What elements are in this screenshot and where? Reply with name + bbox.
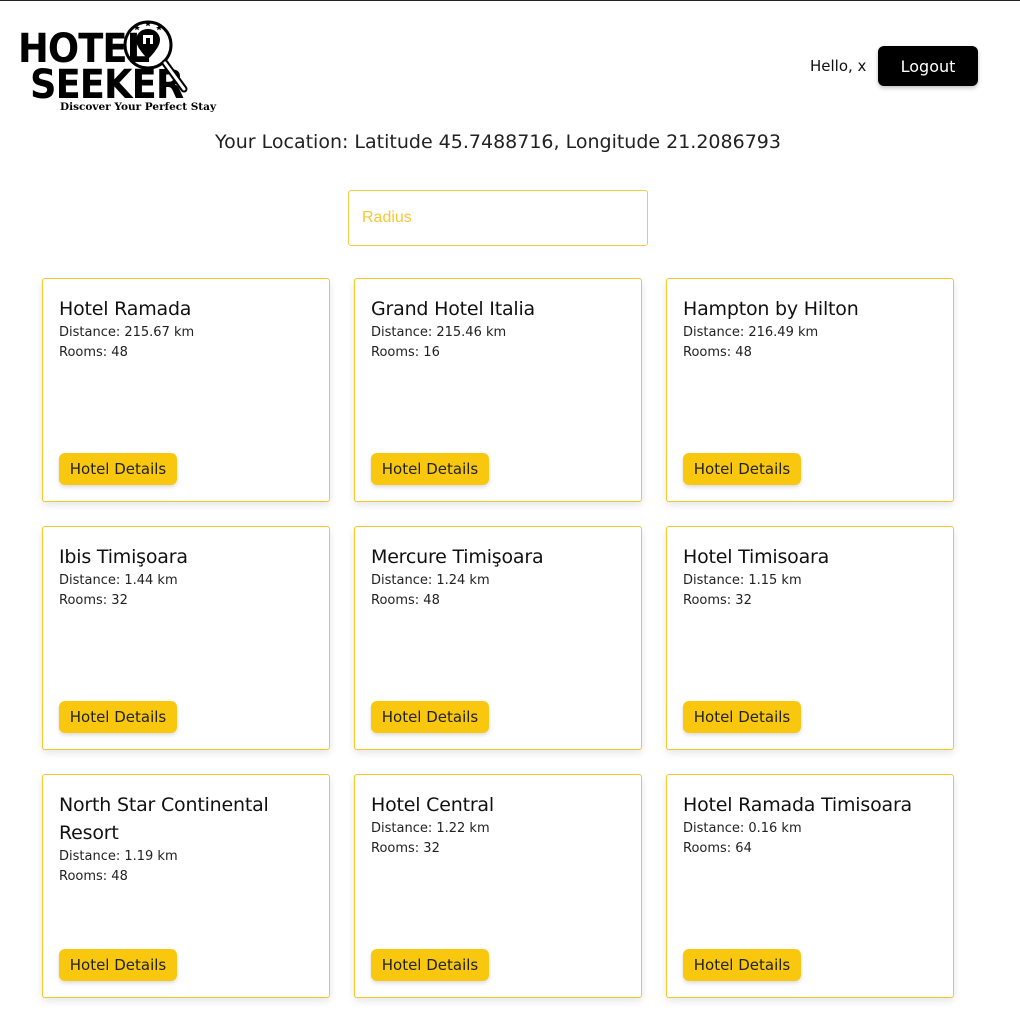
- hotel-list: Hotel Ramada Distance: 215.67 km Rooms: …: [42, 278, 954, 998]
- hotel-seeker-logo: HOTEL SEEKER Discover Your Perfect Stay: [16, 17, 216, 117]
- hotel-details-button[interactable]: Hotel Details: [59, 949, 177, 981]
- user-greeting: Hello, x: [810, 57, 867, 75]
- hotel-card: Ibis Timişoara Distance: 1.44 km Rooms: …: [42, 526, 330, 750]
- hotel-name: Hotel Ramada Timisoara: [683, 794, 912, 816]
- hotel-rooms: Rooms: 48: [683, 345, 752, 360]
- hotel-details-button[interactable]: Hotel Details: [371, 453, 489, 485]
- hotel-card: Hotel Central Distance: 1.22 km Rooms: 3…: [354, 774, 642, 998]
- hotel-name: Hampton by Hilton: [683, 298, 859, 320]
- hotel-name: Ibis Timişoara: [59, 546, 188, 568]
- hotel-name: Grand Hotel Italia: [371, 298, 535, 320]
- hotel-card: Hotel Ramada Distance: 215.67 km Rooms: …: [42, 278, 330, 502]
- hotel-rooms: Rooms: 48: [371, 593, 440, 608]
- user-location-text: Your Location: Latitude 45.7488716, Long…: [215, 131, 781, 153]
- hotel-rooms: Rooms: 16: [371, 345, 440, 360]
- hotel-name: Hotel Central: [371, 794, 494, 816]
- hotel-details-button[interactable]: Hotel Details: [371, 949, 489, 981]
- hotel-card: Grand Hotel Italia Distance: 215.46 km R…: [354, 278, 642, 502]
- hotel-rooms: Rooms: 48: [59, 869, 128, 884]
- hotel-details-button[interactable]: Hotel Details: [683, 949, 801, 981]
- hotel-distance: Distance: 1.22 km: [371, 821, 490, 836]
- hotel-card: Hotel Timisoara Distance: 1.15 km Rooms:…: [666, 526, 954, 750]
- hotel-card: Mercure Timişoara Distance: 1.24 km Room…: [354, 526, 642, 750]
- magnifier-location-icon: [123, 20, 188, 93]
- hotel-rooms: Rooms: 32: [683, 593, 752, 608]
- hotel-details-button[interactable]: Hotel Details: [59, 701, 177, 733]
- hotel-rooms: Rooms: 32: [59, 593, 128, 608]
- hotel-details-button[interactable]: Hotel Details: [683, 701, 801, 733]
- hotel-name: Hotel Timisoara: [683, 546, 830, 568]
- hotel-distance: Distance: 1.44 km: [59, 573, 178, 588]
- hotel-card: Hotel Ramada Timisoara Distance: 0.16 km…: [666, 774, 954, 998]
- hotel-distance: Distance: 0.16 km: [683, 821, 802, 836]
- hotel-details-button[interactable]: Hotel Details: [371, 701, 489, 733]
- hotel-rooms: Rooms: 64: [683, 841, 752, 856]
- hotel-distance: Distance: 1.24 km: [371, 573, 490, 588]
- hotel-distance: Distance: 1.15 km: [683, 573, 802, 588]
- hotel-name: Hotel Ramada: [59, 298, 192, 320]
- hotel-distance: Distance: 216.49 km: [683, 325, 819, 340]
- radius-input[interactable]: [348, 190, 648, 246]
- hotel-name: Mercure Timişoara: [371, 546, 544, 568]
- logo-tagline: Discover Your Perfect Stay: [60, 101, 217, 113]
- hotel-distance: Distance: 215.67 km: [59, 325, 195, 340]
- hotel-name: North Star Continental Resort: [59, 794, 269, 844]
- hotel-rooms: Rooms: 48: [59, 345, 128, 360]
- hotel-details-button[interactable]: Hotel Details: [683, 453, 801, 485]
- hotel-card: North Star Continental Resort Distance: …: [42, 774, 330, 998]
- hotel-details-button[interactable]: Hotel Details: [59, 453, 177, 485]
- hotel-card: Hampton by Hilton Distance: 216.49 km Ro…: [666, 278, 954, 502]
- hotel-distance: Distance: 215.46 km: [371, 325, 507, 340]
- hotel-rooms: Rooms: 32: [371, 841, 440, 856]
- logout-button[interactable]: Logout: [878, 46, 978, 86]
- hotel-distance: Distance: 1.19 km: [59, 849, 178, 864]
